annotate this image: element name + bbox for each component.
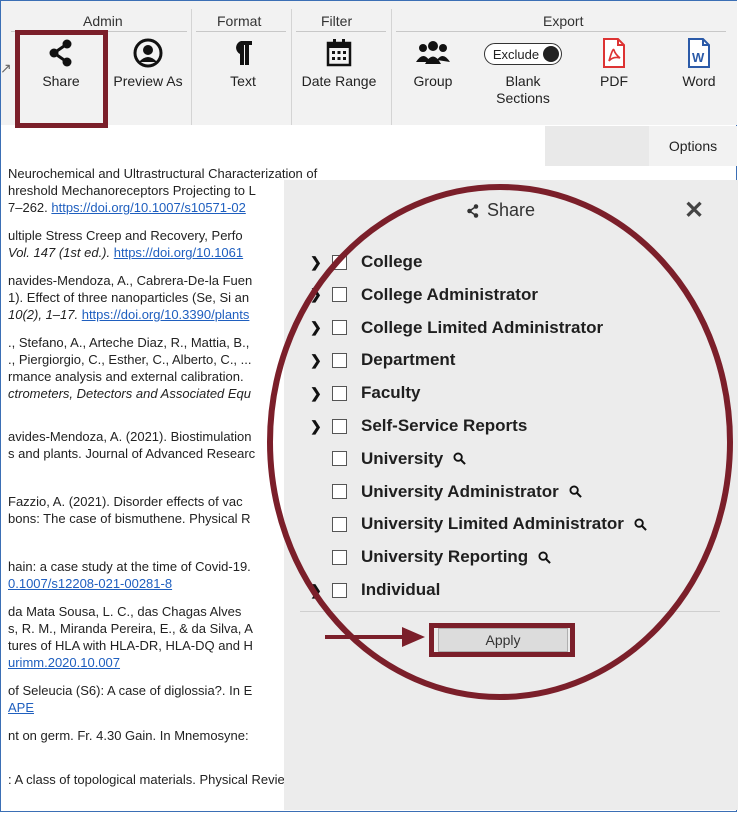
highlight-ellipse [267, 184, 733, 700]
arrow-head [402, 627, 425, 647]
annotation-overlay [267, 184, 733, 700]
